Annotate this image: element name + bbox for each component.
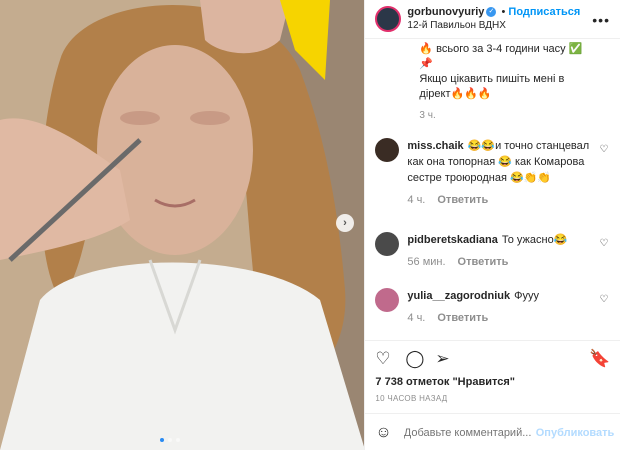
comment-username[interactable]: pidberetskadiana [407, 234, 497, 246]
like-comment-heart-icon[interactable]: ♡ [599, 238, 608, 249]
comment-input[interactable] [401, 425, 536, 440]
like-heart-icon[interactable]: ♡ [375, 349, 390, 369]
action-bar: ♡ ◯ ➢ 🔖 [365, 340, 620, 381]
post-photo[interactable]: › [0, 0, 365, 450]
like-comment-heart-icon[interactable]: ♡ [599, 294, 608, 305]
commenter-avatar[interactable] [375, 138, 400, 162]
save-bookmark-icon[interactable]: 🔖 [589, 349, 610, 369]
caption-text: 🔥 всього за 3-4 години часу ✅ 📌 Якщо цік… [419, 43, 583, 121]
comment-text: Фууу [514, 290, 539, 302]
comment-time[interactable]: 56 мин. [407, 256, 445, 268]
author-avatar[interactable] [375, 6, 402, 32]
carousel-dot [168, 438, 172, 442]
comment-username[interactable]: miss.chaik [407, 140, 463, 152]
commenter-avatar[interactable] [375, 288, 400, 312]
location-link[interactable]: 12-й Павильон ВДНХ [407, 19, 580, 33]
author-username[interactable]: gorbunovyuriy [407, 6, 484, 18]
share-icon[interactable]: ➢ [435, 349, 449, 369]
post-timestamp[interactable]: 10 ЧАСОВ НАЗАД [375, 394, 447, 403]
post-header: gorbunovyuriy ✓ • Подписаться 12-й Павиль… [365, 0, 620, 39]
caption-time[interactable]: 3 ч. [419, 110, 435, 121]
separator: • [501, 6, 506, 18]
carousel-next-button[interactable]: › [336, 214, 354, 232]
post-sidebar: gorbunovyuriy ✓ • Подписаться 12-й Павиль… [364, 0, 620, 450]
carousel-dots [160, 438, 180, 442]
comment-time[interactable]: 4 ч. [407, 194, 425, 206]
follow-button[interactable]: Подписаться [508, 6, 580, 18]
comment-time[interactable]: 4 ч. [407, 312, 425, 324]
carousel-dot-active [160, 438, 164, 442]
comment-item: miss.chaik 😂😂и точно станцевал как она то… [375, 138, 610, 208]
commenter-avatar[interactable] [375, 232, 400, 256]
comment-text: То ужасно😂 [501, 234, 568, 246]
carousel-dot [176, 438, 180, 442]
publish-button[interactable]: Опубликовать [536, 427, 615, 439]
comment-item: pidberetskadiana То ужасно😂 56 мин. Ответи… [375, 232, 610, 270]
reply-button[interactable]: Ответить [458, 256, 509, 268]
comments-list[interactable]: 🔥 всього за 3-4 години часу ✅ 📌 Якщо цік… [365, 38, 620, 338]
comment-username[interactable]: yulia__zagorodniuk [407, 290, 510, 302]
more-options-icon[interactable]: ••• [592, 12, 610, 28]
emoji-icon[interactable]: ☺ [375, 424, 391, 442]
verified-badge-icon: ✓ [486, 7, 497, 18]
comment-item: yulia__zagorodniuk Фууу 4 ч. Ответить ♡ [375, 288, 610, 326]
instagram-post: › gorbunovyuriy ✓ • Подписаться 12-й Пави… [0, 0, 620, 450]
photo-illustration [0, 0, 365, 450]
likes-count[interactable]: 7 738 отметок "Нравится" [375, 376, 515, 388]
like-comment-heart-icon[interactable]: ♡ [599, 144, 608, 155]
comment-icon[interactable]: ◯ [405, 349, 424, 369]
add-comment-bar: ☺ Опубликовать [365, 413, 620, 451]
reply-button[interactable]: Ответить [437, 312, 488, 324]
reply-button[interactable]: Ответить [437, 194, 488, 206]
